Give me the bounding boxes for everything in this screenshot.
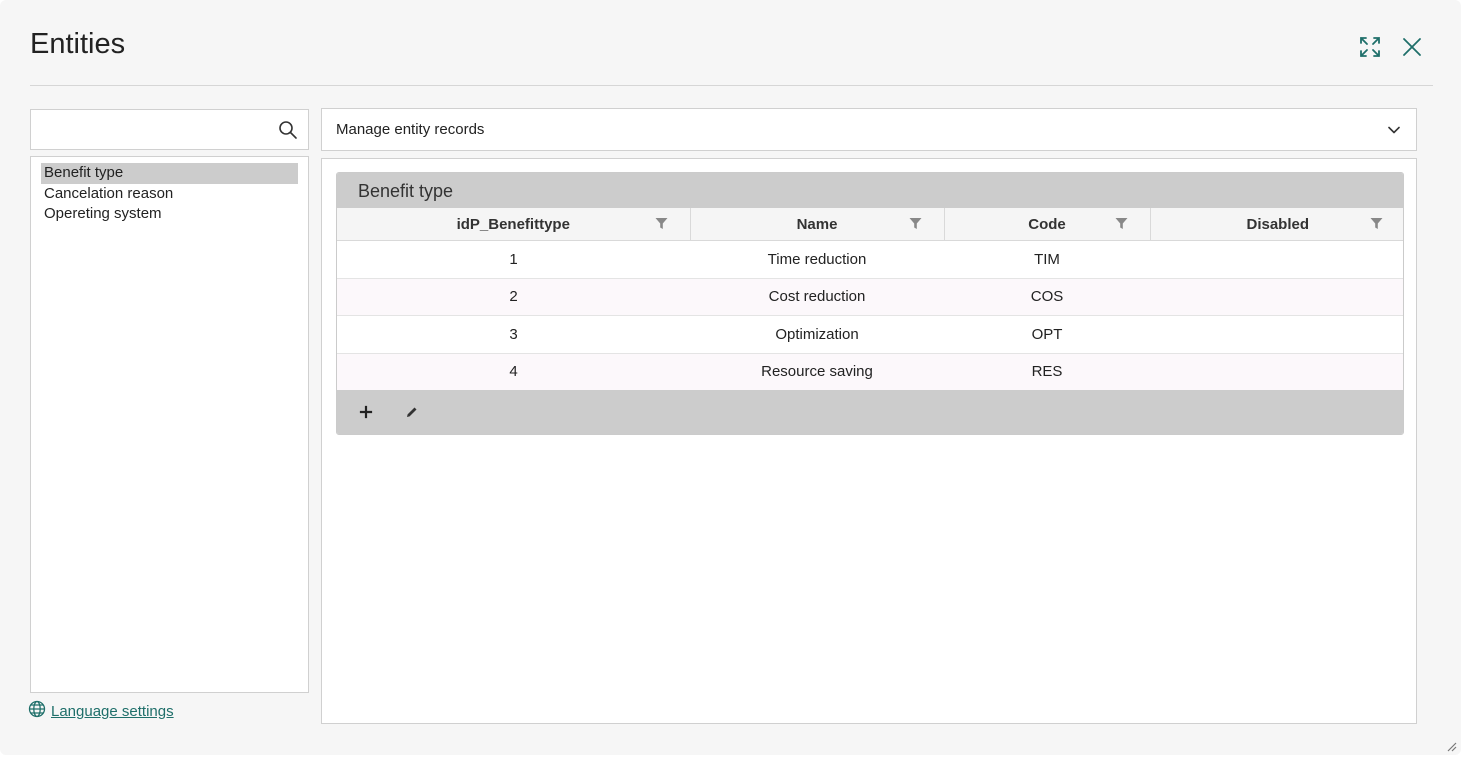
column-header-disabled[interactable]: Disabled <box>1150 208 1403 241</box>
grid-table: idP_Benefittype Name Code Disabled 1 Tim… <box>337 208 1403 390</box>
cell-disabled <box>1150 353 1403 390</box>
entity-item-cancelation-reason[interactable]: Cancelation reason <box>41 184 298 205</box>
close-icon[interactable] <box>1399 34 1425 60</box>
plus-icon[interactable] <box>357 403 375 421</box>
cell-code: TIM <box>944 240 1150 279</box>
column-header-code[interactable]: Code <box>944 208 1151 241</box>
cell-id: 4 <box>337 353 690 390</box>
grid-footer <box>337 390 1403 434</box>
table-row[interactable]: 3 Optimization OPT <box>337 315 1403 354</box>
entities-dialog: Entities Benefit type Cancelation reason… <box>0 0 1461 755</box>
cell-code: RES <box>944 353 1150 390</box>
entity-grid: Benefit type idP_Benefittype Name Code D… <box>336 172 1404 435</box>
filter-icon[interactable] <box>655 217 668 230</box>
grid-header-row: idP_Benefittype Name Code Disabled <box>337 208 1403 241</box>
cell-disabled <box>1150 240 1403 279</box>
cell-id: 2 <box>337 278 690 316</box>
dialog-title: Entities <box>30 28 126 60</box>
grid-caption: Benefit type <box>337 173 1403 208</box>
pencil-icon[interactable] <box>403 403 421 421</box>
filter-icon[interactable] <box>909 217 922 230</box>
cell-id: 3 <box>337 315 690 354</box>
cell-name: Optimization <box>690 315 944 354</box>
cell-name: Resource saving <box>690 353 944 390</box>
manage-entity-label: Manage entity records <box>336 121 485 138</box>
content-panel: Benefit type idP_Benefittype Name Code D… <box>321 158 1417 724</box>
cell-code: COS <box>944 278 1150 316</box>
entity-item-benefit-type[interactable]: Benefit type <box>41 163 298 184</box>
column-header-idp-benefittype[interactable]: idP_Benefittype <box>337 208 691 241</box>
resize-handle-icon[interactable] <box>1445 739 1457 752</box>
chevron-down-icon <box>1386 122 1402 138</box>
search-icon[interactable] <box>278 120 298 140</box>
cell-disabled <box>1150 278 1403 316</box>
language-settings-link[interactable]: Language settings <box>28 700 174 722</box>
search-input[interactable] <box>37 116 277 145</box>
entity-list: Benefit type Cancelation reason Operetin… <box>30 156 309 693</box>
language-settings-label: Language settings <box>51 702 174 720</box>
table-row[interactable]: 1 Time reduction TIM <box>337 240 1403 279</box>
maximize-icon[interactable] <box>1357 34 1383 60</box>
filter-icon[interactable] <box>1115 217 1128 230</box>
entity-item-opereting-system[interactable]: Opereting system <box>41 204 298 225</box>
globe-icon <box>28 700 46 722</box>
title-actions <box>1357 34 1425 60</box>
table-row[interactable]: 4 Resource saving RES <box>337 353 1403 390</box>
header-divider <box>30 85 1433 86</box>
cell-code: OPT <box>944 315 1150 354</box>
search-box <box>30 109 309 150</box>
cell-name: Time reduction <box>690 240 944 279</box>
table-row[interactable]: 2 Cost reduction COS <box>337 278 1403 316</box>
manage-entity-select[interactable]: Manage entity records <box>321 108 1417 151</box>
column-header-name[interactable]: Name <box>690 208 945 241</box>
cell-id: 1 <box>337 240 690 279</box>
cell-disabled <box>1150 315 1403 354</box>
filter-icon[interactable] <box>1370 217 1383 230</box>
cell-name: Cost reduction <box>690 278 944 316</box>
